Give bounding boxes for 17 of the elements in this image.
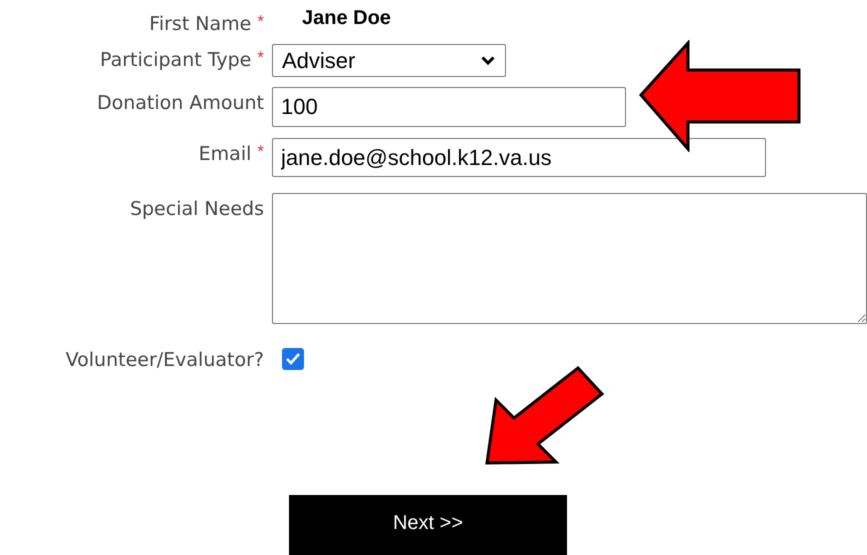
special-needs-field[interactable] (272, 193, 867, 324)
check-icon (285, 352, 301, 366)
field-label: Email (198, 142, 252, 167)
required-marker: * (257, 47, 264, 69)
chevron-down-icon (481, 56, 495, 65)
next-button[interactable]: Next >> (289, 495, 567, 555)
name-value: Jane Doe (302, 6, 391, 31)
field-label: Special Needs (130, 197, 264, 222)
field-label: Participant Type (100, 48, 252, 73)
checkbox[interactable] (282, 348, 304, 370)
field-label: Volunteer/Evaluator? (66, 348, 264, 373)
participant-type-select[interactable]: Adviser (272, 44, 506, 77)
input-field[interactable]: 100 (272, 87, 626, 127)
required-marker: * (257, 11, 264, 33)
required-marker: * (257, 141, 264, 163)
field-label: First Name (149, 12, 252, 37)
field-label: Donation Amount (96, 91, 264, 116)
